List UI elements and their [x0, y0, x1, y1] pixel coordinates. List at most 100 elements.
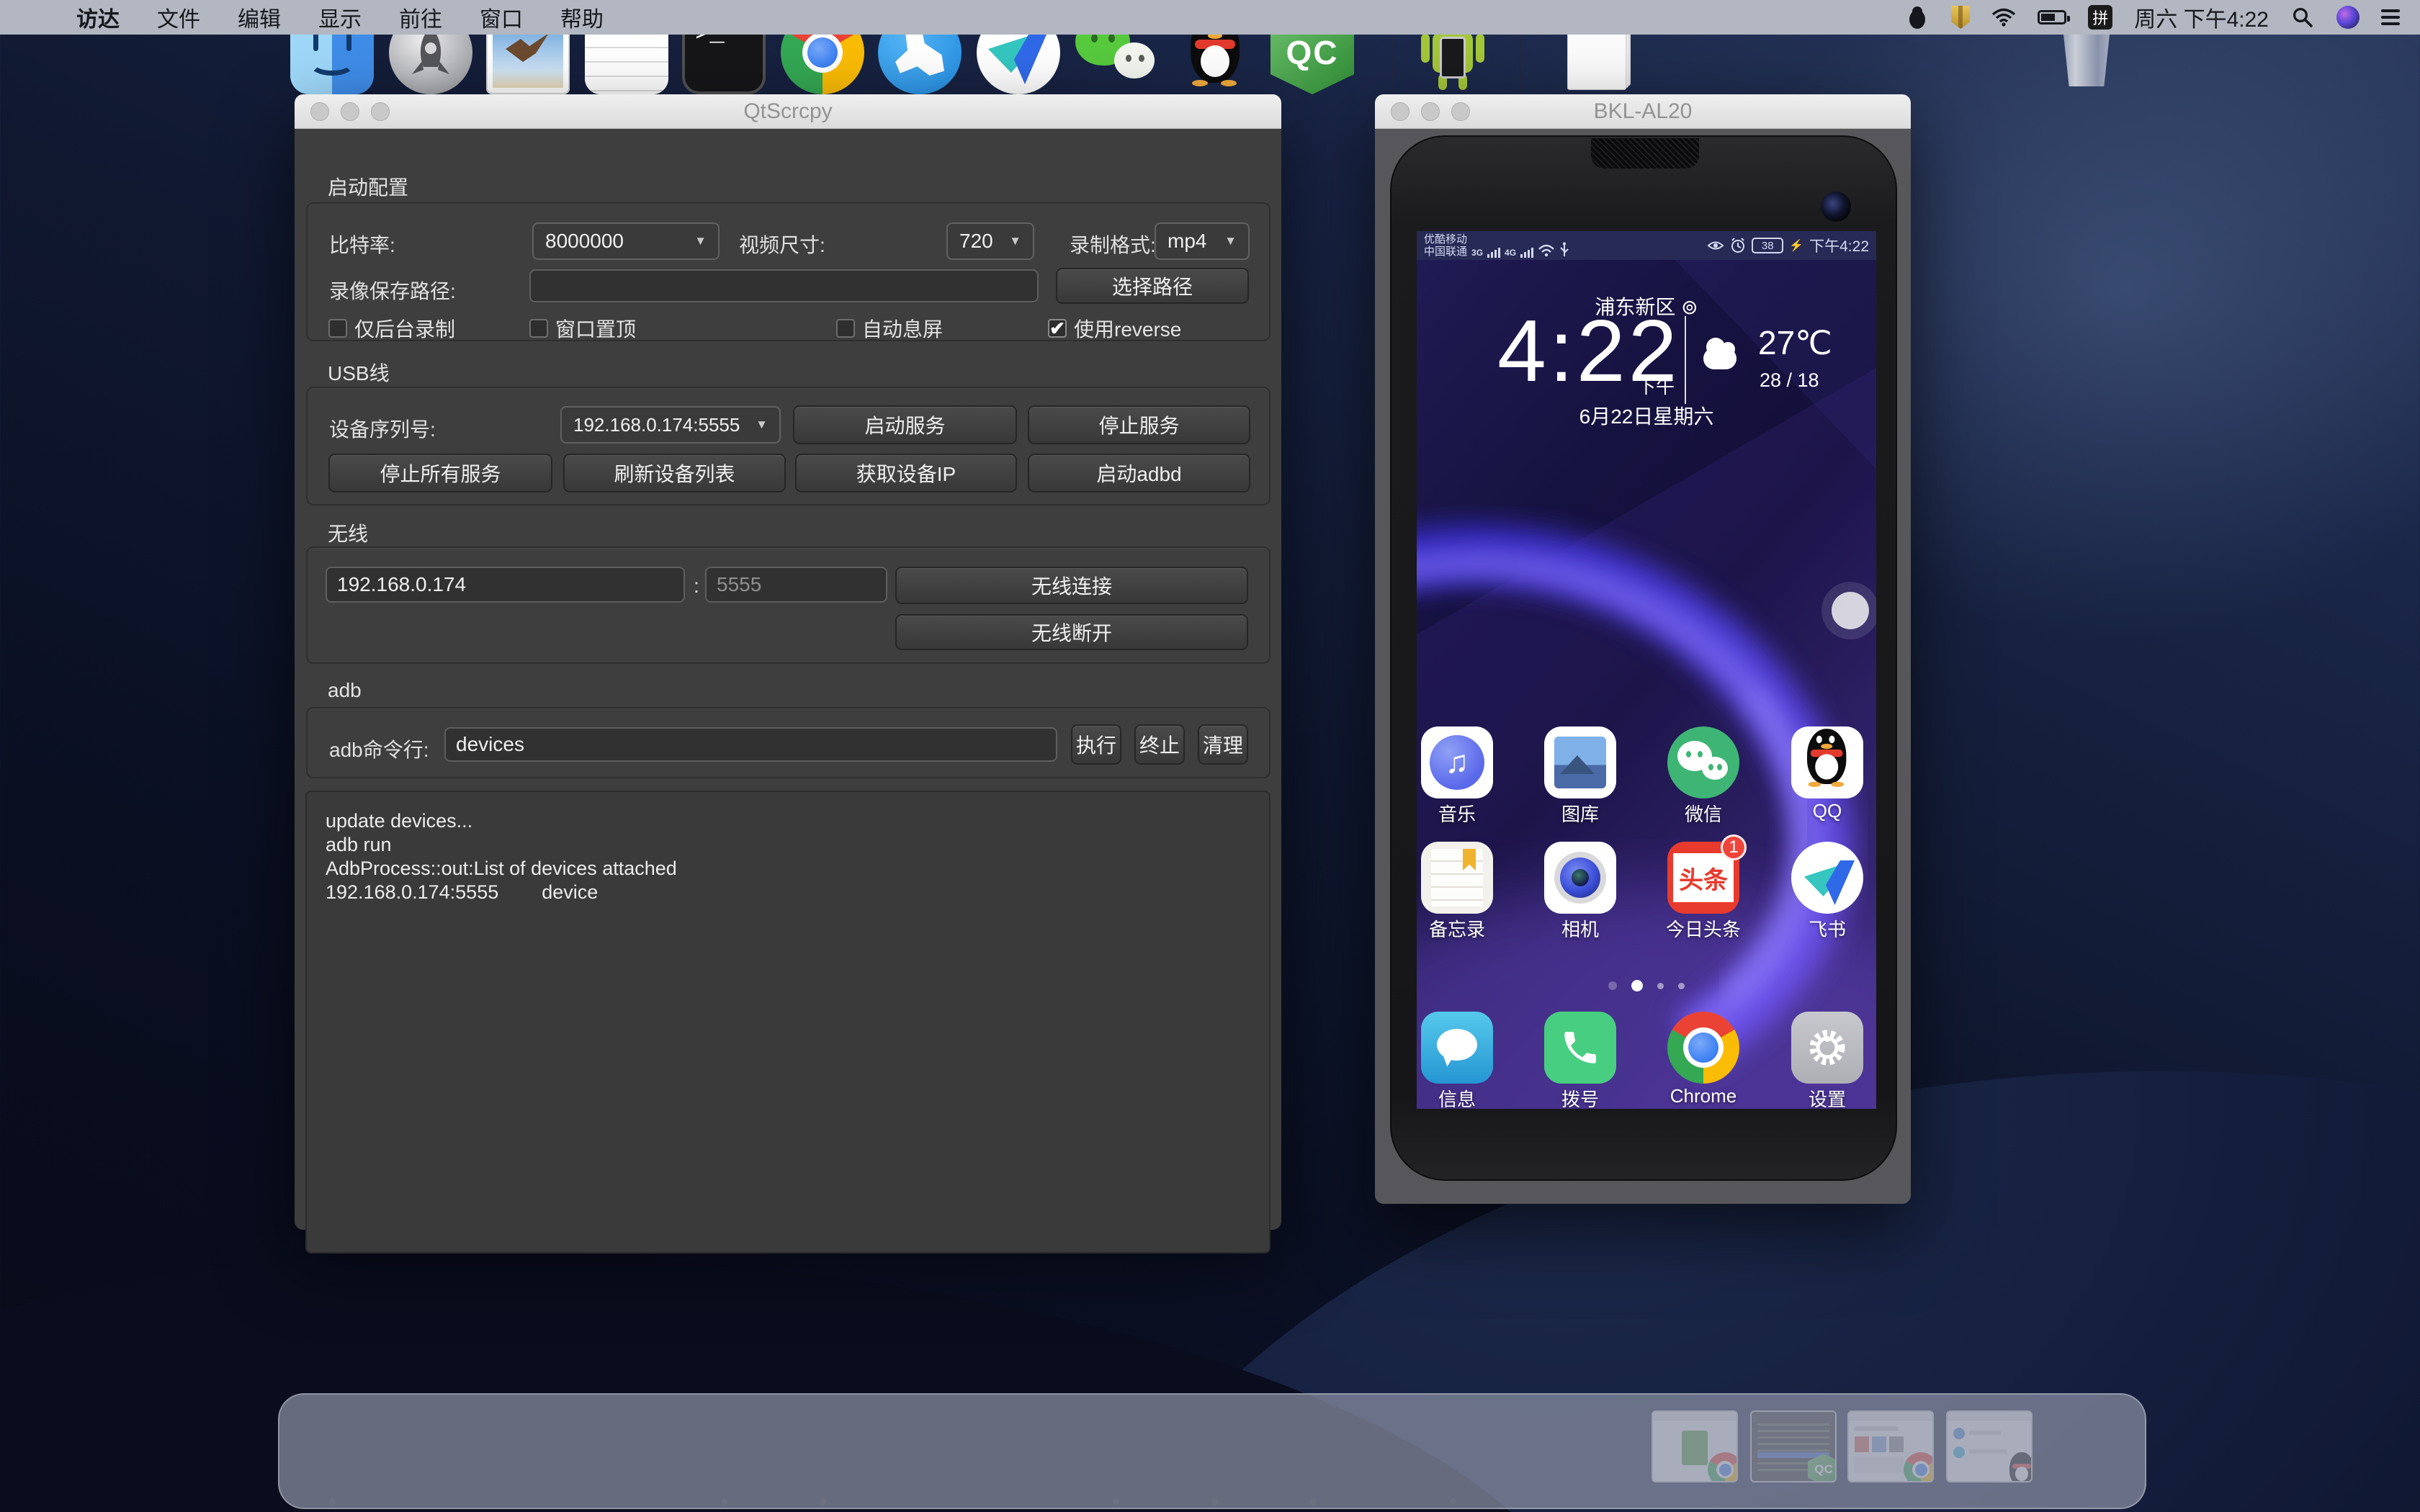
app-gallery[interactable]	[1544, 726, 1616, 798]
serial-label: 设备序列号:	[329, 414, 436, 443]
weather-temperature[interactable]: 27℃	[1758, 323, 1832, 362]
adb-groupbox: adb命令行: 执行 终止 清理	[306, 707, 1270, 778]
video-size-combo[interactable]: 720 ▼	[946, 222, 1034, 260]
refresh-devices-button[interactable]: 刷新设备列表	[563, 454, 786, 492]
app-qq[interactable]	[1791, 726, 1863, 798]
close-window-button[interactable]	[310, 102, 329, 121]
checkbox-box-checked[interactable]: ✔	[1048, 319, 1067, 338]
wireless-port-input[interactable]	[705, 567, 887, 603]
signal-bars-icon	[1487, 248, 1500, 258]
phone-window-titlebar[interactable]: BKL-AL20	[1375, 94, 1911, 129]
menu-edit[interactable]: 编辑	[219, 0, 300, 35]
checkbox-box[interactable]	[328, 319, 347, 338]
menu-view[interactable]: 显示	[300, 0, 380, 35]
music-icon: ♫	[1430, 735, 1484, 790]
use-reverse-checkbox[interactable]: ✔ 使用reverse	[1048, 314, 1181, 343]
app-feishu[interactable]	[1791, 842, 1863, 914]
app-label: 今日头条	[1646, 915, 1761, 942]
spotlight-search-icon[interactable]	[2290, 5, 2315, 30]
app-settings[interactable]	[1791, 1012, 1863, 1084]
app-label: 拨号	[1523, 1085, 1638, 1109]
close-window-button[interactable]	[1391, 102, 1410, 121]
app-dialer[interactable]	[1544, 1012, 1616, 1084]
record-path-input[interactable]	[529, 269, 1039, 302]
section-wireless-label: 无线	[328, 518, 368, 547]
adb-clear-button[interactable]: 清理	[1198, 724, 1248, 765]
assistive-touch-ball[interactable]	[1832, 592, 1869, 629]
window-on-top-checkbox[interactable]: 窗口置顶	[529, 314, 636, 343]
wireless-ip-input[interactable]	[326, 567, 685, 603]
checkbox-box[interactable]	[529, 319, 548, 338]
antivirus-shield-icon[interactable]	[1951, 6, 1970, 29]
stop-all-services-button[interactable]: 停止所有服务	[328, 454, 552, 492]
minimize-window-button[interactable]	[1421, 102, 1440, 121]
adb-run-button[interactable]: 执行	[1071, 724, 1121, 765]
qtscrcpy-titlebar[interactable]: QtScrcpy	[295, 94, 1281, 129]
zoom-window-button[interactable]	[371, 102, 390, 121]
app-messages[interactable]	[1421, 1012, 1493, 1084]
notification-badge: 1	[1721, 834, 1747, 860]
qtscrcpy-window: QtScrcpy 启动配置 比特率: 8000000 ▼ 视频尺寸: 720 ▼…	[295, 94, 1281, 1230]
serial-combo[interactable]: 192.168.0.174:5555 ▼	[560, 406, 781, 444]
minimize-window-button[interactable]	[341, 102, 359, 121]
battery-status-icon[interactable]	[2038, 10, 2066, 24]
menu-window[interactable]: 窗口	[461, 0, 542, 35]
start-adbd-button[interactable]: 启动adbd	[1028, 454, 1250, 492]
app-label: 飞书	[1770, 915, 1876, 942]
app-music[interactable]: ♫	[1421, 726, 1493, 798]
menu-file[interactable]: 文件	[138, 0, 219, 35]
notification-center-icon[interactable]	[2381, 6, 2400, 29]
battery-indicator: 38	[1752, 238, 1783, 253]
section-adb-label: adb	[328, 679, 362, 702]
app-label: 相机	[1523, 915, 1638, 942]
app-camera[interactable]	[1544, 842, 1616, 914]
adb-log-output[interactable]: update devices...adb runAdbProcess::out:…	[305, 791, 1270, 1254]
record-format-combo[interactable]: mp4 ▼	[1155, 222, 1250, 260]
zoom-window-button[interactable]	[1451, 102, 1470, 121]
get-device-ip-button[interactable]: 获取设备IP	[795, 454, 1017, 492]
checkbox-label: 仅后台录制	[354, 314, 455, 343]
checkbox-box[interactable]	[836, 319, 855, 338]
adb-stop-button[interactable]: 终止	[1134, 724, 1185, 765]
wireless-groupbox: : 无线连接 无线断开	[306, 546, 1270, 664]
app-label: 信息	[1417, 1085, 1515, 1109]
wifi-status-icon[interactable]	[1991, 5, 2016, 30]
menu-clock[interactable]: 周六 下午4:22	[2134, 1, 2269, 33]
wireless-connect-button[interactable]: 无线连接	[895, 567, 1248, 604]
chrome-icon	[1667, 1012, 1739, 1084]
menu-go[interactable]: 前往	[380, 0, 461, 35]
home-page-indicator[interactable]	[1417, 980, 1876, 991]
stop-service-button[interactable]: 停止服务	[1028, 405, 1250, 444]
choose-path-button[interactable]: 选择路径	[1056, 268, 1249, 304]
app-wechat[interactable]	[1667, 726, 1739, 798]
app-toutiao[interactable]: 头条 1	[1667, 842, 1739, 914]
carrier-name-2: 中国联通	[1424, 246, 1467, 258]
menu-help[interactable]: 帮助	[542, 0, 622, 35]
wifi-icon	[1538, 243, 1555, 258]
checkbox-label: 自动息屏	[862, 314, 943, 343]
background-record-checkbox[interactable]: 仅后台录制	[328, 314, 455, 343]
adb-cmd-label: adb命令行:	[329, 734, 429, 763]
menu-finder[interactable]: 访达	[58, 0, 138, 35]
phone-screen[interactable]: 优酷移动 中国联通 3G 4G 38 ⚡	[1417, 231, 1876, 1109]
date-widget[interactable]: 6月22日星期六	[1417, 401, 1876, 430]
input-method-icon[interactable]: 拼	[2088, 5, 2112, 30]
phone-status-bar: 优酷移动 中国联通 3G 4G 38 ⚡	[1417, 231, 1876, 260]
chevron-down-icon: ▼	[756, 418, 768, 432]
siri-icon[interactable]	[2336, 6, 2360, 29]
wireless-disconnect-button[interactable]: 无线断开	[895, 614, 1248, 650]
start-service-button[interactable]: 启动服务	[793, 405, 1017, 444]
phone-window-body: 优酷移动 中国联通 3G 4G 38 ⚡	[1375, 129, 1911, 1204]
record-format-value: mp4	[1168, 230, 1206, 253]
messages-icon	[1437, 1029, 1477, 1061]
phone-icon	[1559, 1027, 1601, 1068]
bitrate-combo[interactable]: 8000000 ▼	[532, 222, 720, 260]
app-chrome[interactable]	[1667, 1012, 1739, 1084]
adb-cmd-input[interactable]	[444, 727, 1057, 762]
section-usb-label: USB线	[328, 358, 390, 387]
auto-screen-off-checkbox[interactable]: 自动息屏	[836, 314, 943, 343]
phone-front-camera	[1821, 192, 1851, 222]
app-notes[interactable]	[1421, 842, 1493, 914]
qq-status-icon[interactable]	[1905, 5, 1930, 30]
eye-comfort-icon	[1707, 239, 1724, 252]
